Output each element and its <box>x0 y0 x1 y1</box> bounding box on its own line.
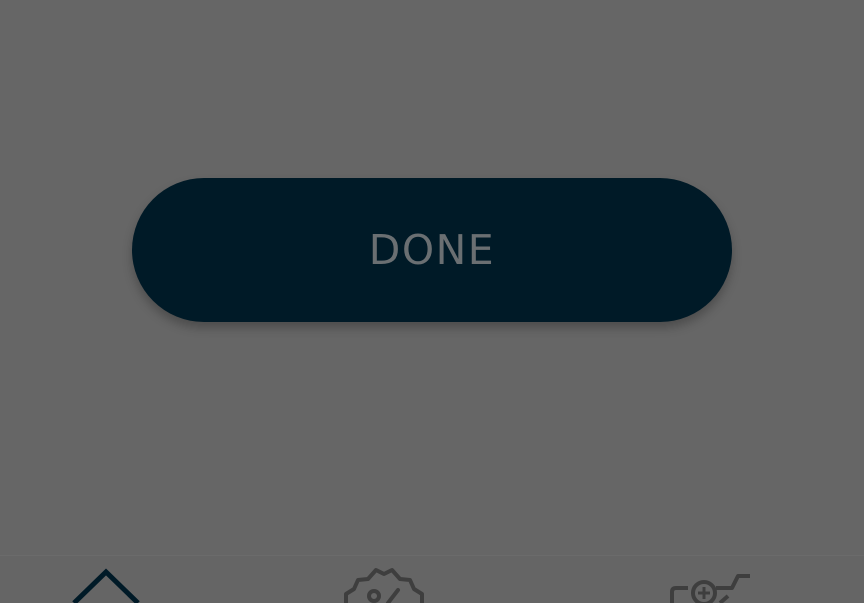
done-button[interactable]: DONE <box>132 178 732 322</box>
offer-badge-icon <box>344 568 424 603</box>
bottom-navigation-bar <box>0 555 864 603</box>
nav-item-home[interactable] <box>66 556 146 603</box>
nav-item-cart[interactable] <box>666 556 756 603</box>
nav-item-offers[interactable] <box>336 556 432 603</box>
home-icon <box>72 568 140 603</box>
modal-overlay: DONE <box>0 0 864 603</box>
done-button-label: DONE <box>368 225 496 274</box>
add-to-cart-icon <box>670 574 750 603</box>
